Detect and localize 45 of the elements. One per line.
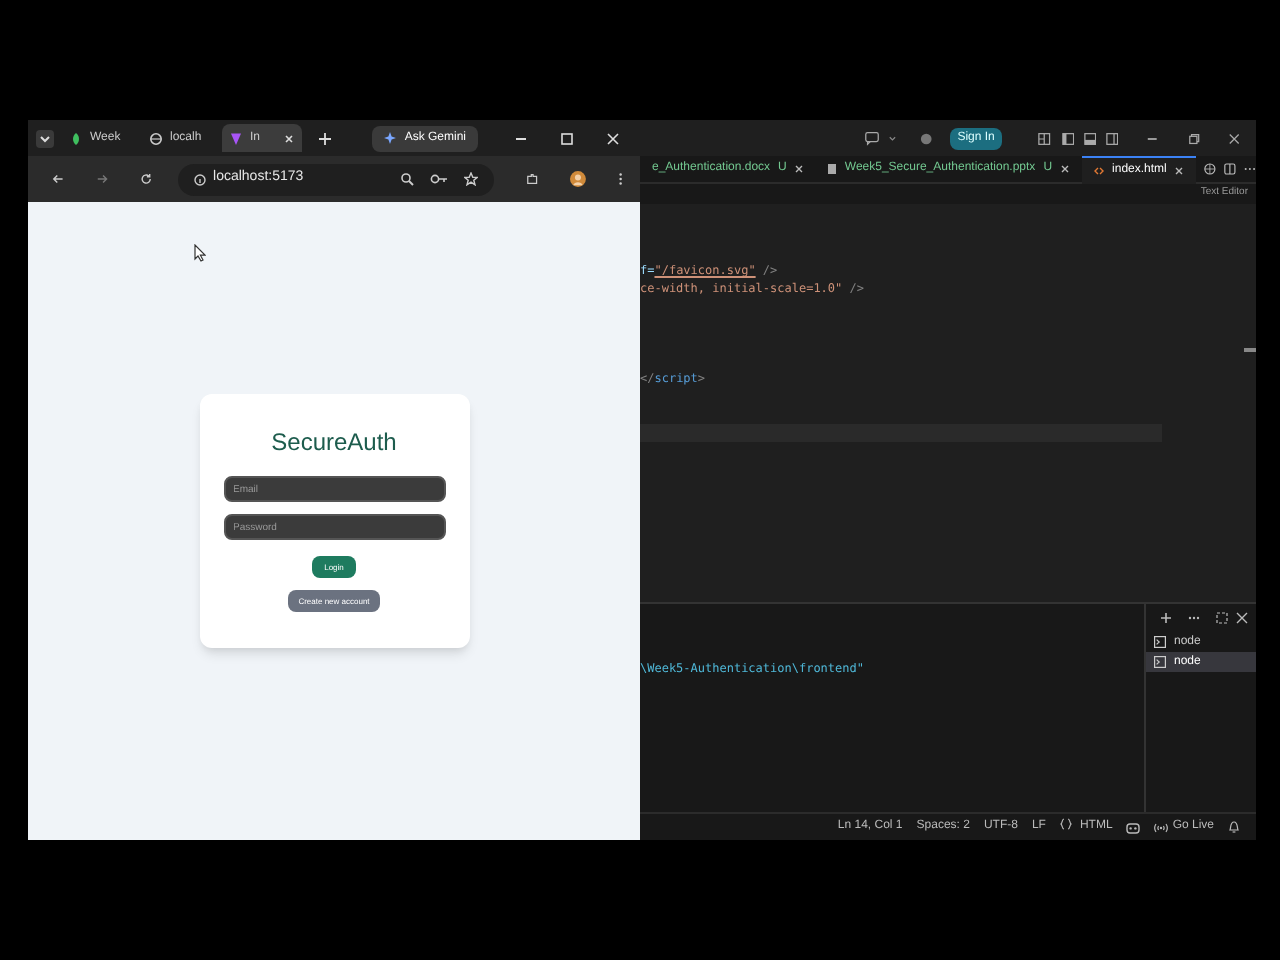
maximize-icon[interactable] xyxy=(560,131,574,145)
bell-icon[interactable] xyxy=(1228,820,1240,834)
leaf-icon xyxy=(70,131,82,145)
close-icon[interactable] xyxy=(1060,164,1071,174)
split-editor-icon[interactable] xyxy=(1224,162,1237,176)
forward-icon[interactable] xyxy=(96,172,109,186)
restore-icon[interactable] xyxy=(1187,131,1200,145)
extensions-icon[interactable] xyxy=(526,172,539,186)
maximize-icon[interactable] xyxy=(1216,612,1228,624)
scrollbar-thumb[interactable] xyxy=(1244,348,1256,352)
info-icon[interactable] xyxy=(193,173,206,185)
zoom-icon[interactable] xyxy=(400,172,415,186)
secondary-sidebar-icon[interactable] xyxy=(1106,131,1119,145)
triangle-icon xyxy=(230,131,242,145)
dropdown-icon[interactable] xyxy=(36,129,54,147)
reload-icon[interactable] xyxy=(140,172,154,186)
account-icon[interactable] xyxy=(920,131,934,145)
panel-icon[interactable] xyxy=(1083,131,1097,145)
new-tab-icon[interactable] xyxy=(318,131,332,145)
add-icon[interactable] xyxy=(1160,612,1172,624)
chat-icon[interactable] xyxy=(864,130,881,146)
terminal-icon xyxy=(1154,656,1166,668)
close-icon[interactable] xyxy=(1236,612,1248,624)
mouse-pointer-icon xyxy=(194,244,206,262)
close-icon[interactable] xyxy=(794,164,805,174)
copilot-icon[interactable] xyxy=(1126,821,1141,833)
app-title: SecureAuth xyxy=(271,426,397,460)
broadcast-icon xyxy=(1154,821,1169,833)
close-icon[interactable] xyxy=(1174,165,1185,175)
globe-icon[interactable] xyxy=(1204,162,1217,176)
menu-icon[interactable] xyxy=(618,172,625,186)
star-icon[interactable] xyxy=(464,172,479,186)
key-icon[interactable] xyxy=(430,172,449,186)
avatar-icon[interactable] xyxy=(570,170,587,188)
file-icon xyxy=(828,164,837,174)
terminal-icon xyxy=(1154,636,1166,648)
code-icon xyxy=(1094,165,1105,175)
layout-icon[interactable] xyxy=(1038,131,1052,145)
chevron-icon[interactable] xyxy=(888,133,897,143)
sparkle-icon xyxy=(384,132,397,144)
globe-icon xyxy=(150,131,162,145)
close-icon[interactable] xyxy=(1227,131,1241,145)
braces-icon[interactable] xyxy=(1059,818,1072,830)
sidebar-icon[interactable] xyxy=(1061,131,1074,145)
back-icon[interactable] xyxy=(52,172,65,186)
